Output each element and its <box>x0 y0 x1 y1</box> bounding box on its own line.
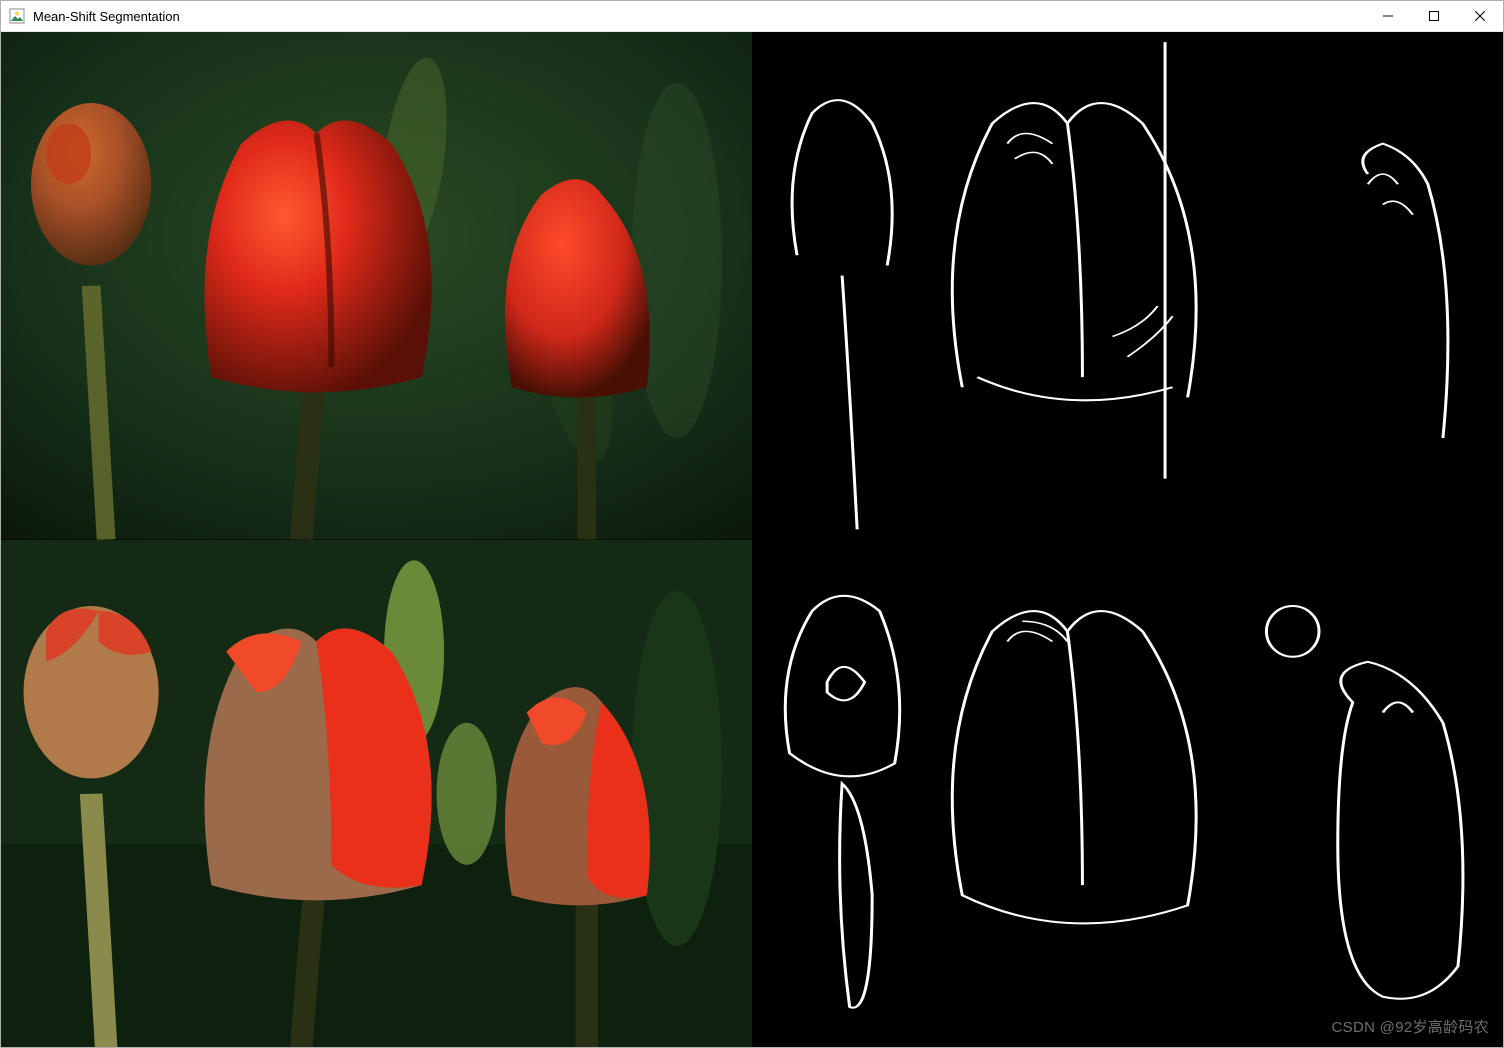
window-title: Mean-Shift Segmentation <box>33 9 180 24</box>
image-viewport: CSDN @92岁高龄码农 <box>1 32 1503 1047</box>
maximize-icon <box>1429 11 1439 21</box>
panel-original <box>1 32 752 540</box>
close-icon <box>1475 11 1485 21</box>
app-icon <box>9 8 25 24</box>
edges-meanshift-image <box>752 540 1503 1048</box>
edges-original-image <box>752 32 1503 540</box>
maximize-button[interactable] <box>1411 1 1457 31</box>
image-grid <box>1 32 1503 1047</box>
panel-meanshift <box>1 540 752 1048</box>
minimize-button[interactable] <box>1365 1 1411 31</box>
close-button[interactable] <box>1457 1 1503 31</box>
app-window: Mean-Shift Segmentation <box>0 0 1504 1048</box>
window-controls <box>1365 1 1503 31</box>
original-image <box>1 32 752 540</box>
titlebar[interactable]: Mean-Shift Segmentation <box>1 1 1503 32</box>
panel-edges-original <box>752 32 1503 540</box>
minimize-icon <box>1383 11 1393 21</box>
panel-edges-meanshift <box>752 540 1503 1048</box>
meanshift-image <box>1 540 752 1048</box>
